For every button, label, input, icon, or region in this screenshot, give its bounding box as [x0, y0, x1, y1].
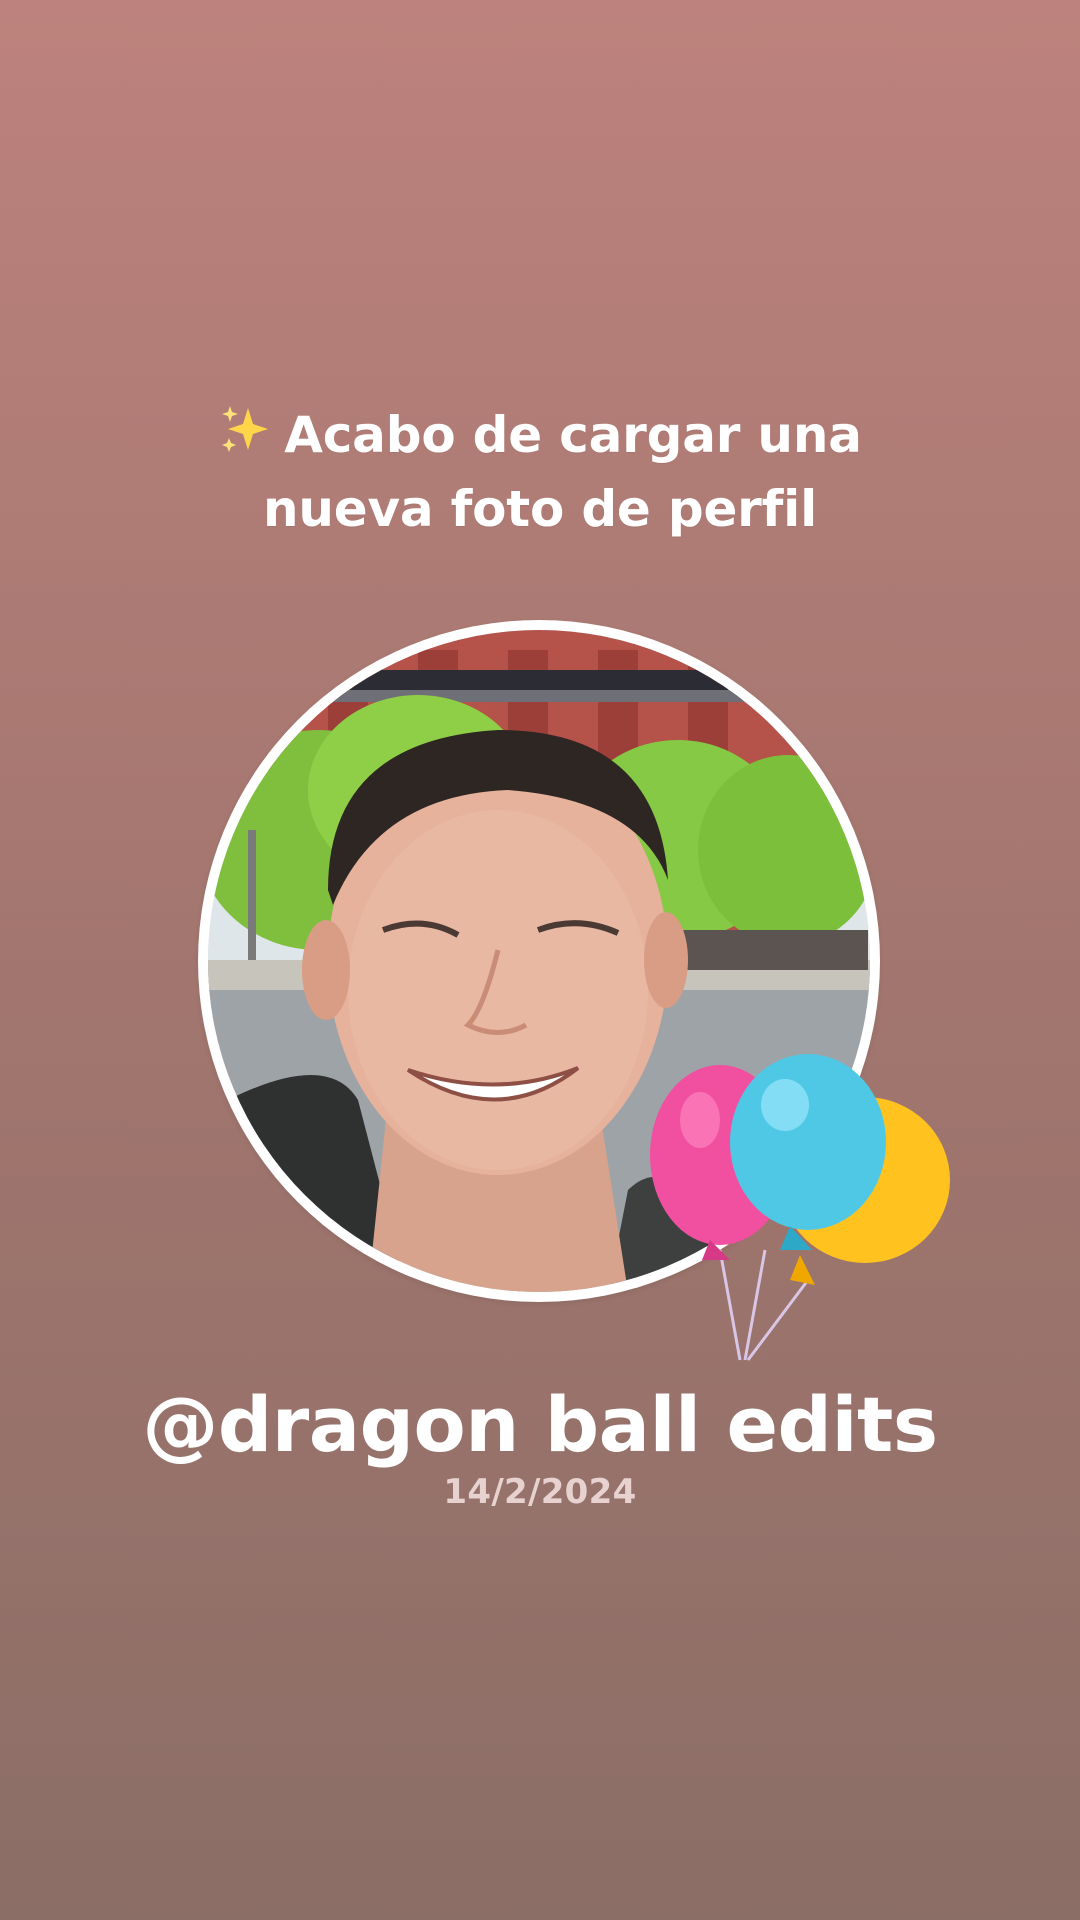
post-date: 14/2/2024: [443, 1472, 637, 1512]
username-handle: @dragon ball edits: [142, 1380, 938, 1469]
sparkles-icon: [222, 406, 269, 452]
headline-text-1: Acabo de cargar una: [284, 406, 862, 464]
announcement-headline: Acabo de cargar una nueva foto de perfil: [0, 398, 1080, 546]
balloons-decoration: [650, 1054, 950, 1361]
headline-line-2: nueva foto de perfil: [262, 480, 818, 538]
headline-line-1: Acabo de cargar una: [0, 398, 1080, 472]
